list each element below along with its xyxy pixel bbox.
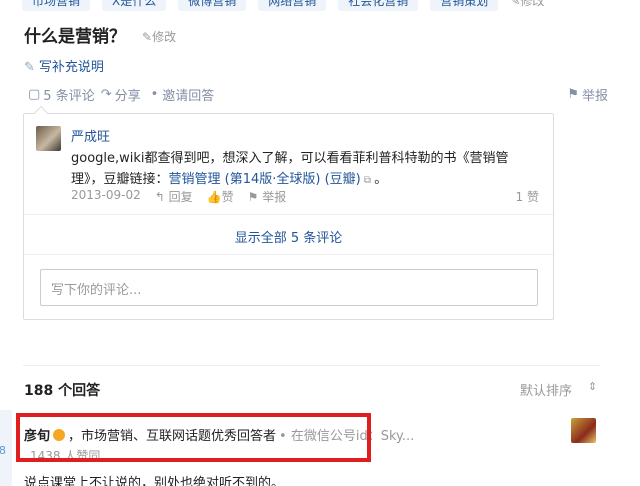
invite-answer-button[interactable]: 邀请回答 xyxy=(162,85,214,104)
book-link[interactable]: 营销管理 (第14版·全球版) (豆瓣) xyxy=(169,172,361,187)
report-button[interactable]: ⚑ 举报 xyxy=(567,85,608,104)
comments-toggle[interactable]: ▢ 5 条评论 xyxy=(28,85,95,104)
answer-text: 说点课堂上不让说的，别处也绝对听不到的。 xyxy=(24,476,285,486)
question-title: 什么是营销？ xyxy=(24,27,126,47)
show-all-comments-link[interactable]: 显示全部 5 条评论 xyxy=(24,227,553,246)
comment-input[interactable]: 写下你的评论... xyxy=(40,269,538,306)
divider xyxy=(24,214,553,215)
reply-icon: ↰ xyxy=(154,190,169,204)
edit-topics-link[interactable]: ✎修改 xyxy=(510,0,544,9)
share-button[interactable]: ↷ 分享 xyxy=(101,85,141,104)
pencil-icon: ✎ xyxy=(24,60,35,75)
flag-icon: ⚑ xyxy=(567,87,579,102)
topic-tag[interactable]: 社会化营销 xyxy=(338,0,419,11)
pencil-icon: ✎ xyxy=(142,30,153,44)
avatar[interactable] xyxy=(36,126,61,151)
sort-icon[interactable]: ⇕ xyxy=(588,380,597,393)
report-comment-button[interactable]: ⚑ 举报 xyxy=(248,188,287,205)
comment-suffix: 。 xyxy=(374,172,388,187)
reply-button[interactable]: ↰ 回复 xyxy=(155,188,193,205)
topic-tag[interactable]: X是什么 xyxy=(102,0,167,11)
comment-footer: 2013-09-02 ↰ 回复 👍赞 ⚑ 举报 1 赞 xyxy=(71,188,541,205)
comments-panel: 严成旺 google,wiki都查得到吧，想深入了解，可以看看菲利普科特勒的书《… xyxy=(23,105,554,320)
answers-divider xyxy=(23,365,600,366)
pencil-icon: ✎ xyxy=(510,0,521,8)
topic-tag[interactable]: 营销策划 xyxy=(430,0,499,11)
flag-icon: ⚑ xyxy=(247,190,263,204)
vote-count: 38 xyxy=(0,444,6,457)
comment-date: 2013-09-02 xyxy=(71,188,141,202)
answers-count: 188 个回答 xyxy=(24,383,101,399)
topic-tag[interactable]: 微博营销 xyxy=(178,0,247,11)
comment-author[interactable]: 严成旺 xyxy=(71,126,110,145)
panel-arrow xyxy=(33,105,49,121)
sort-dropdown[interactable]: 默认排序 xyxy=(520,380,572,399)
comment-icon: ▢ xyxy=(28,87,41,102)
highlight-box xyxy=(16,413,371,462)
divider xyxy=(24,254,553,255)
edit-question-link[interactable]: ✎修改 xyxy=(142,28,176,45)
comment-text: google,wiki都查得到吧，想深入了解，可以看看菲利普科特勒的书《营销管理… xyxy=(71,148,541,191)
thumb-up-icon: 👍 xyxy=(206,190,222,204)
comment-like-count: 1 赞 xyxy=(515,190,539,204)
topic-tag[interactable]: 市场营销 xyxy=(22,0,91,11)
external-link-icon: ⧉ xyxy=(360,175,375,186)
separator: • xyxy=(150,87,159,102)
question-meta: ▢ 5 条评论 ↷ 分享 • 邀请回答 ⚑ 举报 xyxy=(28,85,608,104)
vote-sidebar[interactable]: 38 xyxy=(0,410,12,486)
write-supplement-link[interactable]: ✎ 写补充说明 xyxy=(24,56,104,75)
topic-tag[interactable]: 网络营销 xyxy=(258,0,327,11)
topic-tags: 市场营销 X是什么 微博营销 网络营销 社会化营销 营销策划 ✎修改 xyxy=(22,0,544,11)
share-icon: ↷ xyxy=(100,87,112,102)
like-button[interactable]: 👍赞 xyxy=(207,188,234,205)
avatar[interactable] xyxy=(571,418,596,443)
